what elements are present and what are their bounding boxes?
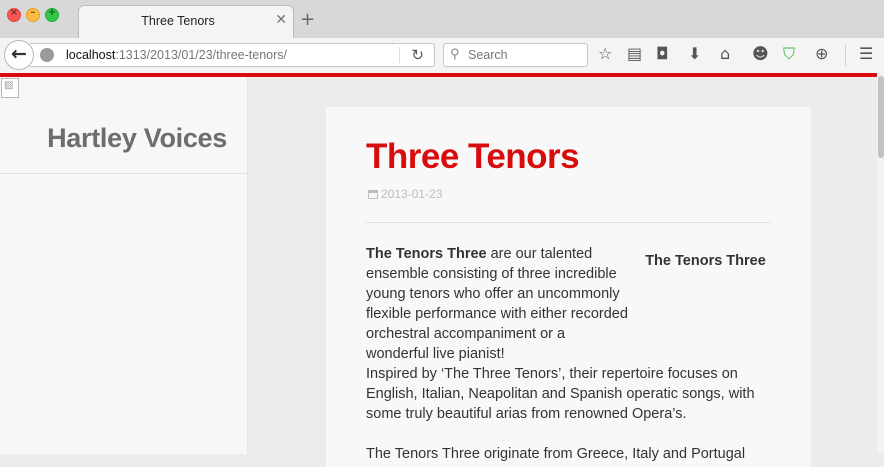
post-divider	[366, 222, 771, 223]
minimize-icon: –	[30, 7, 36, 18]
window-minimize-button[interactable]: –	[26, 7, 40, 22]
url-separator	[399, 47, 400, 63]
site-title[interactable]: Hartley Voices	[47, 123, 227, 154]
back-arrow-icon: ←	[11, 43, 27, 65]
main-content: Three Tenors 2013-01-23 The Tenors Three…	[248, 77, 877, 467]
window-close-button[interactable]: ×	[7, 7, 21, 22]
new-tab-icon[interactable]: +	[300, 9, 315, 30]
url-host: localhost	[66, 48, 116, 62]
site-sidebar: ▨ Hartley Voices	[0, 77, 248, 454]
back-button[interactable]: ←	[4, 40, 34, 70]
bookmark-star-icon[interactable]: ☆	[598, 45, 612, 63]
reload-icon[interactable]: ↻	[411, 46, 424, 64]
pocket-icon[interactable]: ◘	[656, 45, 669, 63]
search-icon: ⚲	[450, 47, 460, 62]
post-date: 2013-01-23	[368, 187, 442, 201]
post-date-text: 2013-01-23	[381, 187, 443, 201]
broken-image-icon: ▨	[1, 78, 19, 98]
tab-close-icon[interactable]: ✕	[275, 12, 287, 28]
url-text[interactable]: localhost:1313/2013/01/23/three-tenors/	[66, 48, 287, 62]
post-title: Three Tenors	[366, 137, 580, 176]
intro-bold: The Tenors Three	[366, 246, 487, 262]
menu-icon[interactable]: ☰	[859, 45, 873, 63]
sidebar-divider	[0, 173, 247, 174]
calendar-icon	[368, 190, 378, 199]
post-card: Three Tenors 2013-01-23 The Tenors Three…	[326, 107, 811, 467]
home-icon[interactable]: ⌂	[720, 45, 730, 63]
browser-tabstrip: × – + Three Tenors ✕ +	[0, 0, 884, 39]
shield-icon[interactable]: ⛉	[783, 45, 795, 63]
post-paragraph: Inspired by ‘The Three Tenors’, their re…	[366, 366, 755, 422]
chat-icon[interactable]: ☻	[752, 45, 769, 63]
url-path: :1313/2013/01/23/three-tenors/	[115, 48, 287, 62]
close-icon: ×	[9, 7, 19, 18]
scrollbar-thumb[interactable]	[878, 76, 884, 158]
tab-title: Three Tenors	[141, 14, 215, 28]
maximize-icon: +	[47, 7, 57, 18]
intro-text: are our talented ensemble consisting of …	[366, 246, 628, 362]
window-maximize-button[interactable]: +	[45, 7, 59, 22]
post-paragraph-intro: The Tenors Three are our talented ensemb…	[366, 244, 631, 364]
post-paragraph: The Tenors Three originate from Greece, …	[366, 446, 746, 462]
globe-icon	[40, 48, 54, 62]
browser-tab[interactable]: Three Tenors ✕	[78, 5, 294, 39]
search-placeholder: Search	[468, 48, 508, 62]
download-icon[interactable]: ⬇	[688, 45, 701, 63]
url-bar[interactable]: localhost:1313/2013/01/23/three-tenors/ …	[30, 43, 435, 67]
search-input[interactable]: ⚲ Search	[443, 43, 588, 67]
browser-toolbar: localhost:1313/2013/01/23/three-tenors/ …	[0, 38, 884, 74]
reading-list-icon[interactable]: ▤	[627, 45, 642, 63]
toolbar-divider	[845, 44, 846, 66]
image-caption: The Tenors Three	[645, 253, 766, 269]
globe-settings-icon[interactable]: ⊕	[815, 45, 828, 63]
